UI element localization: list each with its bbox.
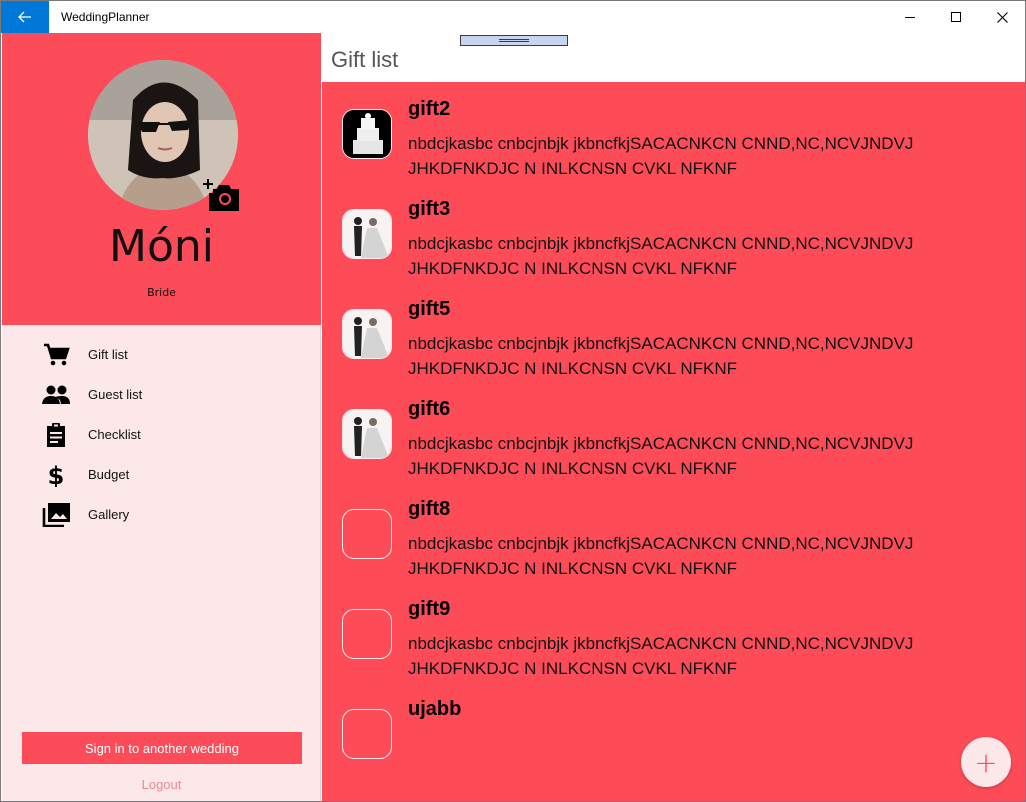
- clipboard-icon: [47, 423, 65, 447]
- gift-description: nbdcjkasbc cnbcjnbjk jkbncfkjSACACNKCN C…: [408, 634, 914, 678]
- nav-label-checklist: Checklist: [88, 427, 141, 442]
- profile-header: Móni Bride: [2, 33, 321, 325]
- gift-description: nbdcjkasbc cnbcjnbjk jkbncfkjSACACNKCN C…: [408, 534, 914, 578]
- close-icon: [996, 11, 1008, 23]
- add-photo-icon[interactable]: [203, 179, 243, 213]
- gallery-icon: [42, 503, 70, 527]
- list-item[interactable]: gift5 nbdcjkasbc cnbcjnbjk jkbncfkjSACAC…: [322, 282, 1025, 382]
- gift-thumbnail: [342, 109, 392, 159]
- gift-thumbnail: [342, 309, 392, 359]
- maximize-icon: [951, 12, 961, 22]
- nav-label-gallery: Gallery: [88, 507, 130, 522]
- profile-name: Móni: [109, 221, 214, 272]
- list-item[interactable]: gift6 nbdcjkasbc cnbcjnbjk jkbncfkjSACAC…: [322, 382, 1025, 482]
- nav-item-checklist[interactable]: Checklist: [2, 415, 321, 455]
- app-title: WeddingPlanner: [61, 10, 150, 24]
- gift-thumbnail: [342, 409, 392, 459]
- list-item[interactable]: gift2 nbdcjkasbc cnbcjnbjk jkbncfkjSACAC…: [322, 82, 1025, 182]
- grip-icon: [499, 39, 529, 42]
- nav-item-budget[interactable]: $ Budget: [2, 455, 321, 495]
- nav-label-budget: Budget: [88, 467, 130, 482]
- sign-in-another-wedding-button[interactable]: Sign in to another wedding: [22, 732, 302, 764]
- svg-text:$: $: [48, 463, 65, 487]
- list-item[interactable]: gift8 nbdcjkasbc cnbcjnbjk jkbncfkjSACAC…: [322, 482, 1025, 582]
- gift-list: gift2 nbdcjkasbc cnbcjnbjk jkbncfkjSACAC…: [322, 82, 1025, 801]
- page-title: Gift list: [331, 47, 399, 72]
- gift-thumbnail: [342, 609, 392, 659]
- gift-description: nbdcjkasbc cnbcjnbjk jkbncfkjSACACNKCN C…: [408, 234, 914, 278]
- app-window: WeddingPlanner Móni Bride Gift list Gues…: [0, 0, 1026, 802]
- nav-menu: Gift list Guest list Checklist $ Budget …: [2, 335, 321, 535]
- sidebar: Móni Bride Gift list Guest list Checklis…: [2, 33, 321, 801]
- gift-name: gift3: [408, 198, 451, 220]
- gift-description: nbdcjkasbc cnbcjnbjk jkbncfkjSACACNKCN C…: [408, 134, 914, 178]
- gift-description: nbdcjkasbc cnbcjnbjk jkbncfkjSACACNKCN C…: [408, 434, 914, 478]
- arrow-left-icon: [18, 11, 31, 23]
- minimize-button[interactable]: [887, 1, 933, 33]
- gift-thumbnail: [342, 509, 392, 559]
- people-icon: [42, 385, 70, 404]
- nav-label-gift-list: Gift list: [88, 347, 128, 362]
- gift-name: gift8: [408, 498, 451, 520]
- nav-item-guest-list[interactable]: Guest list: [2, 375, 321, 415]
- nav-item-gift-list[interactable]: Gift list: [2, 335, 321, 375]
- nav-label-guest-list: Guest list: [88, 387, 143, 402]
- drag-handle[interactable]: [460, 35, 568, 46]
- list-item[interactable]: gift3 nbdcjkasbc cnbcjnbjk jkbncfkjSACAC…: [322, 182, 1025, 282]
- title-bar: WeddingPlanner: [1, 1, 1025, 33]
- list-item[interactable]: ujabb: [322, 682, 1025, 782]
- logout-link[interactable]: Logout: [2, 777, 321, 792]
- gift-name: gift6: [408, 398, 451, 420]
- gift-description: nbdcjkasbc cnbcjnbjk jkbncfkjSACACNKCN C…: [408, 334, 914, 378]
- gift-name: ujabb: [408, 698, 462, 720]
- gift-name: gift9: [408, 598, 451, 620]
- minimize-icon: [905, 16, 915, 18]
- maximize-button[interactable]: [933, 1, 979, 33]
- cart-icon: [44, 343, 70, 366]
- plus-icon: +: [974, 745, 998, 779]
- gift-thumbnail: [342, 709, 392, 759]
- close-button[interactable]: [979, 1, 1025, 33]
- list-item[interactable]: gift9 nbdcjkasbc cnbcjnbjk jkbncfkjSACAC…: [322, 582, 1025, 682]
- back-button[interactable]: [1, 1, 49, 33]
- dollar-icon: $: [48, 463, 65, 487]
- nav-item-gallery[interactable]: Gallery: [2, 495, 321, 535]
- gift-name: gift2: [408, 98, 451, 120]
- profile-role: Bride: [147, 286, 176, 299]
- add-gift-button[interactable]: +: [961, 737, 1011, 787]
- gift-thumbnail: [342, 209, 392, 259]
- gift-name: gift5: [408, 298, 451, 320]
